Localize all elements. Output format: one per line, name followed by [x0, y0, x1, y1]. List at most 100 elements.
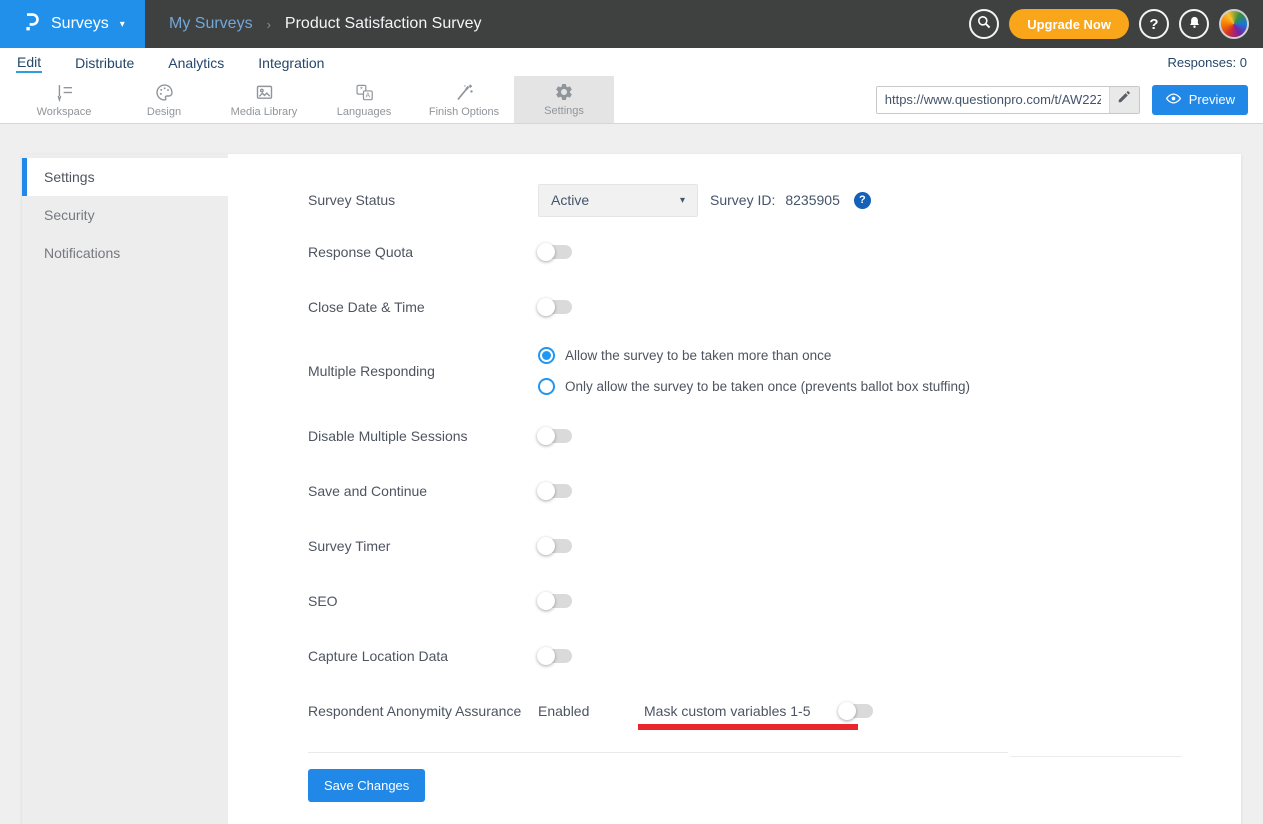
toolbar-design[interactable]: Design	[114, 76, 214, 123]
survey-id-label: Survey ID:	[710, 192, 775, 208]
multiple-responding-options: Allow the survey to be taken more than o…	[538, 347, 970, 395]
survey-timer-row: Survey Timer	[308, 518, 1211, 573]
survey-id-help-icon[interactable]: ?	[854, 192, 871, 209]
capture-location-toggle[interactable]	[538, 649, 572, 663]
mask-variables-group: Mask custom variables 1-5	[644, 703, 873, 719]
help-button[interactable]: ?	[1139, 9, 1169, 39]
toggle-knob	[838, 702, 856, 720]
save-continue-row: Save and Continue	[308, 463, 1211, 518]
survey-nav: Edit Distribute Analytics Integration Re…	[0, 48, 1263, 76]
media-library-label: Media Library	[231, 106, 298, 118]
disable-sessions-toggle[interactable]	[538, 429, 572, 443]
survey-status-value: Active	[551, 192, 589, 208]
radio-unselected-icon	[538, 378, 555, 395]
survey-id-group: Survey ID: 8235905	[710, 192, 840, 208]
toggle-knob	[537, 482, 555, 500]
product-name: Surveys	[51, 15, 109, 33]
anonymity-row: Respondent Anonymity Assurance Enabled M…	[308, 683, 1211, 738]
survey-status-select[interactable]: Active ▾	[538, 184, 698, 217]
toolbar-finish-options[interactable]: Finish Options	[414, 76, 514, 123]
sidebar-item-notifications[interactable]: Notifications	[22, 234, 228, 272]
magic-wand-icon	[454, 82, 475, 103]
workspace-label: Workspace	[37, 106, 92, 118]
preview-label: Preview	[1189, 92, 1235, 107]
pencil-icon	[1117, 90, 1131, 109]
responses-count: Responses: 0	[1168, 55, 1248, 70]
workspace-icon	[54, 82, 75, 103]
toggle-knob	[537, 647, 555, 665]
svg-text:A: A	[365, 92, 370, 99]
divider-line	[1010, 756, 1182, 757]
radio-option-multiple[interactable]: Allow the survey to be taken more than o…	[538, 347, 970, 364]
response-quota-row: Response Quota	[308, 224, 1211, 279]
highlight-underline	[638, 724, 858, 730]
edit-toolbar: Workspace Design Media Library	[0, 76, 1263, 124]
sidebar-item-security[interactable]: Security	[22, 196, 228, 234]
disable-sessions-label: Disable Multiple Sessions	[308, 428, 538, 444]
tab-analytics[interactable]: Analytics	[167, 53, 225, 72]
seo-toggle[interactable]	[538, 594, 572, 608]
top-header: Surveys ▾ My Surveys › Product Satisfact…	[0, 0, 1263, 48]
questionpro-logo-icon	[20, 10, 42, 39]
preview-button[interactable]: Preview	[1152, 85, 1248, 115]
close-date-label: Close Date & Time	[308, 299, 538, 315]
question-mark-icon: ?	[1149, 16, 1158, 33]
translate-icon: * A	[354, 82, 375, 103]
search-button[interactable]	[969, 9, 999, 39]
content-divider	[308, 752, 1008, 753]
save-continue-label: Save and Continue	[308, 483, 538, 499]
multiple-responding-label: Multiple Responding	[308, 363, 538, 379]
radio-option-multiple-label: Allow the survey to be taken more than o…	[565, 348, 831, 363]
toggle-knob	[537, 537, 555, 555]
survey-timer-toggle[interactable]	[538, 539, 572, 553]
anonymity-status: Enabled	[538, 703, 644, 719]
disable-sessions-row: Disable Multiple Sessions	[308, 408, 1211, 463]
chevron-down-icon: ▾	[120, 19, 125, 30]
mask-variables-toggle[interactable]	[839, 704, 873, 718]
sidebar-item-settings[interactable]: Settings	[22, 158, 228, 196]
close-date-toggle[interactable]	[538, 300, 572, 314]
survey-url-input[interactable]	[877, 87, 1109, 113]
user-avatar[interactable]	[1219, 9, 1249, 39]
radio-option-once[interactable]: Only allow the survey to be taken once (…	[538, 378, 970, 395]
response-quota-label: Response Quota	[308, 244, 538, 260]
breadcrumb-survey-title: Product Satisfaction Survey	[285, 15, 482, 33]
save-changes-button[interactable]: Save Changes	[308, 769, 425, 802]
toggle-knob	[537, 427, 555, 445]
svg-text:*: *	[359, 85, 362, 94]
close-date-row: Close Date & Time	[308, 279, 1211, 334]
toolbar-right: Preview	[876, 76, 1263, 123]
seo-row: SEO	[308, 573, 1211, 628]
toolbar-workspace[interactable]: Workspace	[14, 76, 114, 123]
image-icon	[254, 82, 275, 103]
product-switcher[interactable]: Surveys ▾	[0, 0, 145, 48]
tab-distribute[interactable]: Distribute	[74, 53, 135, 72]
notifications-button[interactable]	[1179, 9, 1209, 39]
edit-url-button[interactable]	[1109, 87, 1139, 113]
design-label: Design	[147, 106, 181, 118]
survey-status-label: Survey Status	[308, 192, 538, 208]
search-icon	[976, 14, 992, 34]
toolbar-languages[interactable]: * A Languages	[314, 76, 414, 123]
radio-selected-icon	[538, 347, 555, 364]
languages-label: Languages	[337, 106, 391, 118]
survey-timer-label: Survey Timer	[308, 538, 538, 554]
gear-icon	[554, 82, 574, 102]
survey-id-value: 8235905	[785, 192, 840, 208]
toolbar-media-library[interactable]: Media Library	[214, 76, 314, 123]
survey-url-group	[876, 86, 1140, 114]
toolbar-settings[interactable]: Settings	[514, 76, 614, 123]
tab-integration[interactable]: Integration	[257, 53, 325, 72]
settings-sidebar: Settings Security Notifications	[22, 154, 228, 824]
bell-icon	[1187, 15, 1202, 34]
mask-variables-label: Mask custom variables 1-5	[644, 703, 811, 719]
toggle-knob	[537, 243, 555, 261]
breadcrumb-my-surveys[interactable]: My Surveys	[169, 15, 253, 33]
response-quota-toggle[interactable]	[538, 245, 572, 259]
upgrade-now-button[interactable]: Upgrade Now	[1009, 9, 1129, 39]
multiple-responding-row: Multiple Responding Allow the survey to …	[308, 334, 1211, 408]
save-continue-toggle[interactable]	[538, 484, 572, 498]
header-actions: Upgrade Now ?	[969, 0, 1263, 48]
sidebar-notifications-label: Notifications	[44, 245, 120, 261]
tab-edit[interactable]: Edit	[16, 52, 42, 73]
